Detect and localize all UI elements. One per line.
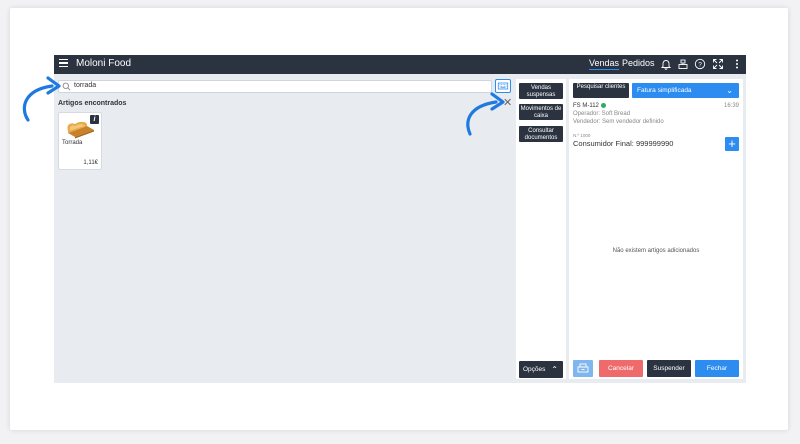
product-name: Torrada [62,140,83,146]
search-value: torrada [74,82,97,89]
seller-line: Vendedor: Sem vendedor definido [573,119,664,125]
customer-number-label: N.º 1000 [573,133,591,138]
suspend-button[interactable]: Suspender [647,360,691,377]
search-input[interactable]: torrada [58,80,492,93]
suspended-sales-button[interactable]: Vendas suspensas [519,83,563,99]
articles-found-heading: Artigos encontrados [58,100,127,107]
svg-text:?: ? [698,61,702,68]
product-info-icon[interactable]: i [90,115,99,124]
articles-panel: torrada ✕ Artigos encontrados i Torrada … [54,74,514,383]
consult-documents-button[interactable]: Consultar documentos [519,126,563,142]
hamburger-menu-icon[interactable] [59,59,68,69]
customer-name[interactable]: Consumidor Final: 999999990 [573,139,673,148]
search-clients-button[interactable]: Pesquisar clientes [573,83,629,98]
help-icon[interactable]: ? [694,58,706,70]
options-button[interactable]: Opções ⌃ [519,361,563,378]
document-time: 16:39 [723,103,739,109]
tab-pedidos[interactable]: Pedidos [622,58,655,68]
document-number: FS M-112 [573,103,606,109]
app-brand: Moloni Food [76,58,132,69]
close-sale-button[interactable]: Fechar [695,360,739,377]
add-customer-button[interactable]: + [725,137,739,151]
document-type-select[interactable]: Fatura simplificada ⌄ [632,83,739,98]
empty-cart-message: Não existem artigos adicionados [612,248,700,254]
moloni-food-app: Moloni Food Vendas Pedidos ? torrada ✕ A… [54,55,746,383]
product-price: 1,11€ [83,160,98,166]
annotation-arrow-search-icon [22,76,61,122]
annotation-arrow-close-icon [466,92,505,136]
fullscreen-icon[interactable] [712,58,724,70]
cashier-icon[interactable] [677,58,689,70]
more-icon[interactable] [731,58,743,70]
chevron-down-icon: ⌄ [726,86,733,95]
cash-movements-button[interactable]: Movimentos de caixa [519,104,563,120]
operator-line: Operador: Soft Bread [573,111,631,117]
options-label: Opções [523,366,546,373]
drawer-icon [577,363,589,373]
status-dot [600,103,606,108]
chevron-up-icon: ⌃ [551,365,558,374]
document-type-value: Fatura simplificada [637,87,692,94]
sale-panel: Pesquisar clientes Fatura simplificada ⌄… [569,79,743,379]
cancel-button[interactable]: Cancelar [599,360,643,377]
top-bar: Moloni Food Vendas Pedidos ? [54,55,746,74]
actions-column: Vendas suspensas Movimentos de caixa Con… [516,79,566,379]
tab-vendas[interactable]: Vendas [589,58,620,70]
document-number-text: FS M-112 [573,103,599,110]
cash-drawer-button[interactable] [573,360,593,377]
bell-icon[interactable] [660,58,672,70]
